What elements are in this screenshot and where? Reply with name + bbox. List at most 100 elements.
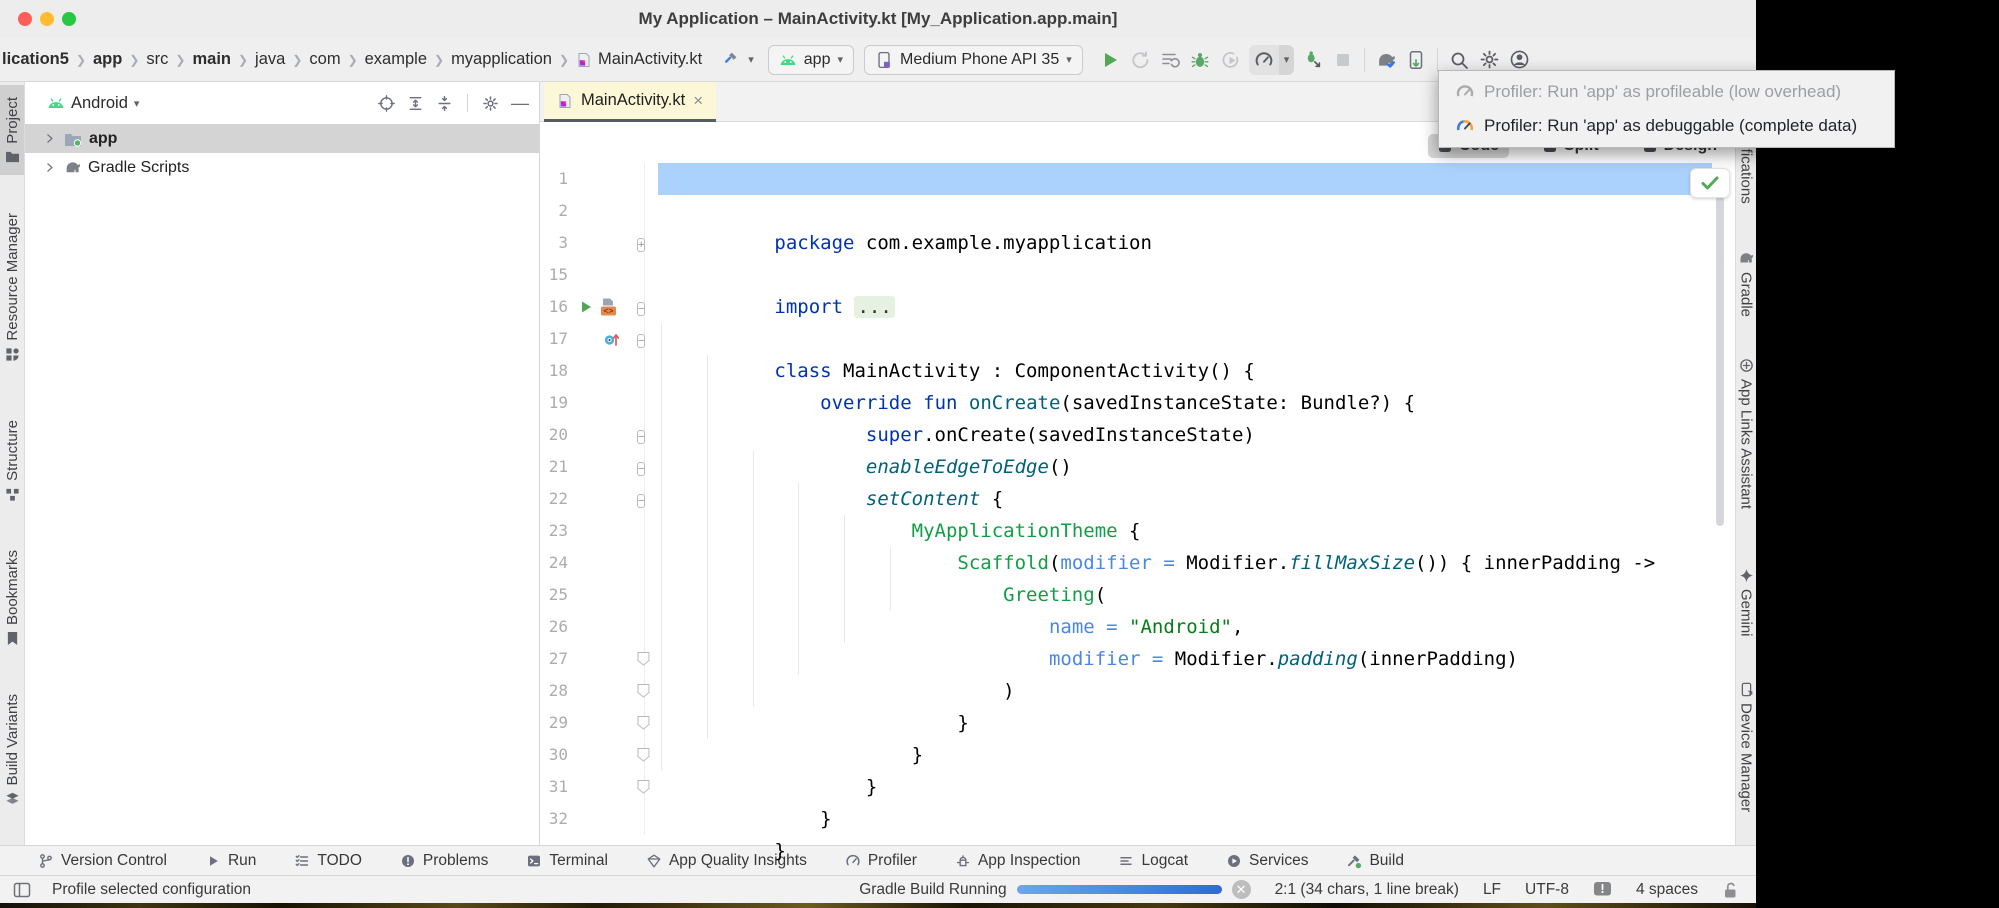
fold-collapse-icon[interactable]: − — [637, 331, 645, 349]
expand-all-icon[interactable] — [407, 95, 424, 112]
breadcrumb-item[interactable]: myapplication ❯ — [451, 50, 576, 69]
chevron-right-icon[interactable] — [43, 161, 56, 174]
fold-collapse-icon[interactable]: − — [637, 459, 645, 477]
hide-panel-icon[interactable]: — — [511, 98, 529, 108]
sidebar-item-device-manager[interactable]: Device Manager — [1736, 682, 1756, 812]
fold-end-icon[interactable] — [637, 779, 650, 794]
caret-position[interactable]: 2:1 (34 chars, 1 line break) — [1275, 881, 1459, 899]
build-hammer-button[interactable] — [718, 45, 748, 75]
debug-button[interactable] — [1185, 45, 1215, 75]
code-line[interactable]: 31 <> − + } — [540, 771, 1714, 803]
sidebar-item-gradle[interactable]: Gradle — [1736, 250, 1756, 317]
code-line[interactable]: 30 <> − + } — [540, 739, 1714, 771]
rerun-button[interactable] — [1125, 45, 1155, 75]
close-icon[interactable]: × — [693, 92, 703, 109]
attach-profiler-button[interactable] — [1298, 45, 1328, 75]
tool-window-button[interactable]: Profiler — [845, 852, 917, 870]
inspections-widget[interactable] — [1690, 168, 1730, 198]
fold-end-icon[interactable] — [637, 715, 650, 730]
stop-button[interactable] — [1328, 45, 1358, 75]
profiler-menu-item[interactable]: Profiler: Run 'app' as debuggable (compl… — [1439, 109, 1894, 143]
sidebar-item-build-variants[interactable]: Build Variants — [0, 694, 24, 806]
code-editor[interactable]: 1 <> − + package com.example.myapplicati… — [540, 163, 1714, 835]
tool-window-button[interactable]: Logcat — [1118, 852, 1188, 870]
breadcrumb-item[interactable]: app ❯ — [93, 50, 146, 69]
sidebar-item-bookmarks[interactable]: Bookmarks — [0, 550, 24, 646]
sidebar-item-structure[interactable]: Structure — [0, 420, 24, 502]
code-line[interactable]: 1 <> − + package com.example.myapplicati… — [540, 163, 1714, 195]
chevron-right-icon[interactable] — [43, 132, 56, 145]
window-layout-icon[interactable] — [12, 880, 32, 900]
code-line[interactable]: 18 <> − + super.onCreate(savedInstanceSt… — [540, 355, 1714, 387]
breadcrumb-item[interactable]: lication5 ❯ — [2, 50, 93, 69]
tool-window-button[interactable]: Build — [1346, 852, 1403, 870]
overriding-method-icon[interactable] — [603, 330, 620, 348]
composable-class-icon[interactable]: <> — [597, 297, 619, 318]
fold-collapse-icon[interactable]: − — [637, 491, 645, 509]
run-gutter-icon[interactable] — [578, 299, 594, 315]
code-line[interactable]: 32 <> − + — [540, 803, 1714, 835]
run-config-selector[interactable]: app ▾ — [768, 45, 854, 75]
device-selector[interactable]: Medium Phone API 35 ▾ — [864, 45, 1083, 75]
tab-mainactivity[interactable]: MainActivity.kt × — [544, 82, 716, 122]
code-line[interactable]: 16 <> − + class MainActivity : Component… — [540, 291, 1714, 323]
lock-icon[interactable] — [1722, 881, 1738, 899]
close-button[interactable] — [18, 12, 32, 26]
device-manager-button[interactable] — [1401, 45, 1431, 75]
sidebar-item-project[interactable]: Project — [0, 85, 24, 175]
fold-end-icon[interactable] — [637, 683, 650, 698]
apply-changes-button[interactable] — [1155, 45, 1185, 75]
collapse-all-icon[interactable] — [436, 95, 453, 112]
breadcrumb-item[interactable]: java ❯ — [255, 50, 309, 69]
code-line[interactable]: 29 <> − + } — [540, 707, 1714, 739]
fold-end-icon[interactable] — [637, 651, 650, 666]
fold-end-icon[interactable] — [637, 747, 650, 762]
sidebar-item-gemini[interactable]: Gemini — [1736, 568, 1756, 637]
profiler-button[interactable] — [1249, 45, 1279, 75]
tool-window-button[interactable]: Services — [1226, 852, 1308, 870]
gradle-sync-button[interactable] — [1371, 45, 1401, 75]
breadcrumb-item[interactable]: main ❯ — [192, 50, 255, 69]
line-ending-indicator[interactable]: LF — [1483, 881, 1501, 899]
zoom-button[interactable] — [62, 12, 76, 26]
tool-window-button[interactable]: Run — [205, 852, 256, 870]
panel-settings-icon[interactable] — [482, 95, 499, 112]
chevron-down-icon[interactable]: ▾ — [134, 97, 140, 110]
notification-icon[interactable] — [1593, 881, 1612, 898]
locate-file-icon[interactable] — [378, 95, 395, 112]
breadcrumb-item[interactable]: com ❯ — [309, 50, 364, 69]
tool-window-button[interactable]: Version Control — [38, 852, 167, 870]
code-line[interactable]: 22 <> − + Scaffold(modifier = Modifier.f… — [540, 483, 1714, 515]
build-dropdown-arrow[interactable]: ▾ — [748, 53, 754, 66]
breadcrumb-item[interactable]: example ❯ — [365, 50, 451, 69]
tool-window-button[interactable]: TODO — [294, 852, 362, 870]
apply-code-changes-button[interactable] — [1215, 45, 1245, 75]
profiler-menu-item[interactable]: Profiler: Run 'app' as profileable (low … — [1439, 75, 1894, 109]
sidebar-item-app-links-assistant[interactable]: App Links Assistant — [1736, 358, 1756, 509]
minimize-button[interactable] — [40, 12, 54, 26]
project-view-selector[interactable]: Android — [71, 94, 128, 113]
cancel-build-icon[interactable]: ✕ — [1232, 880, 1251, 899]
encoding-indicator[interactable]: UTF-8 — [1525, 881, 1569, 899]
code-line[interactable]: 25 <> − + modifier = Modifier.padding(in… — [540, 579, 1714, 611]
breadcrumb-item[interactable]: MainActivity.kt ❯ — [576, 50, 702, 69]
indent-indicator[interactable]: 4 spaces — [1636, 881, 1698, 899]
tool-window-button[interactable]: App Inspection — [955, 852, 1081, 870]
fold-collapse-icon[interactable]: − — [637, 299, 645, 317]
code-line[interactable]: 28 <> − + } — [540, 675, 1714, 707]
sidebar-item-resource-manager[interactable]: Resource Manager — [0, 213, 24, 362]
code-line[interactable]: 17 <> − + override fun onCreate(savedIns… — [540, 323, 1714, 355]
profiler-dropdown-arrow[interactable]: ▾ — [1279, 45, 1295, 75]
tree-row[interactable]: Gradle Scripts — [25, 153, 539, 182]
fold-collapse-icon[interactable]: − — [637, 427, 645, 445]
tree-row[interactable]: app — [25, 124, 539, 153]
editor-scrollbar[interactable] — [1716, 196, 1724, 526]
tool-window-button[interactable]: Problems — [400, 852, 488, 870]
code-line[interactable]: 21 <> − + MyApplicationTheme { — [540, 451, 1714, 483]
line-number: 19 — [540, 387, 568, 419]
tool-window-button[interactable]: Terminal — [526, 852, 608, 870]
code-line[interactable]: 15 <> − + — [540, 259, 1714, 291]
run-button[interactable] — [1095, 45, 1125, 75]
fold-expand-icon[interactable]: + — [637, 235, 645, 253]
breadcrumb-item[interactable]: src ❯ — [146, 50, 192, 69]
